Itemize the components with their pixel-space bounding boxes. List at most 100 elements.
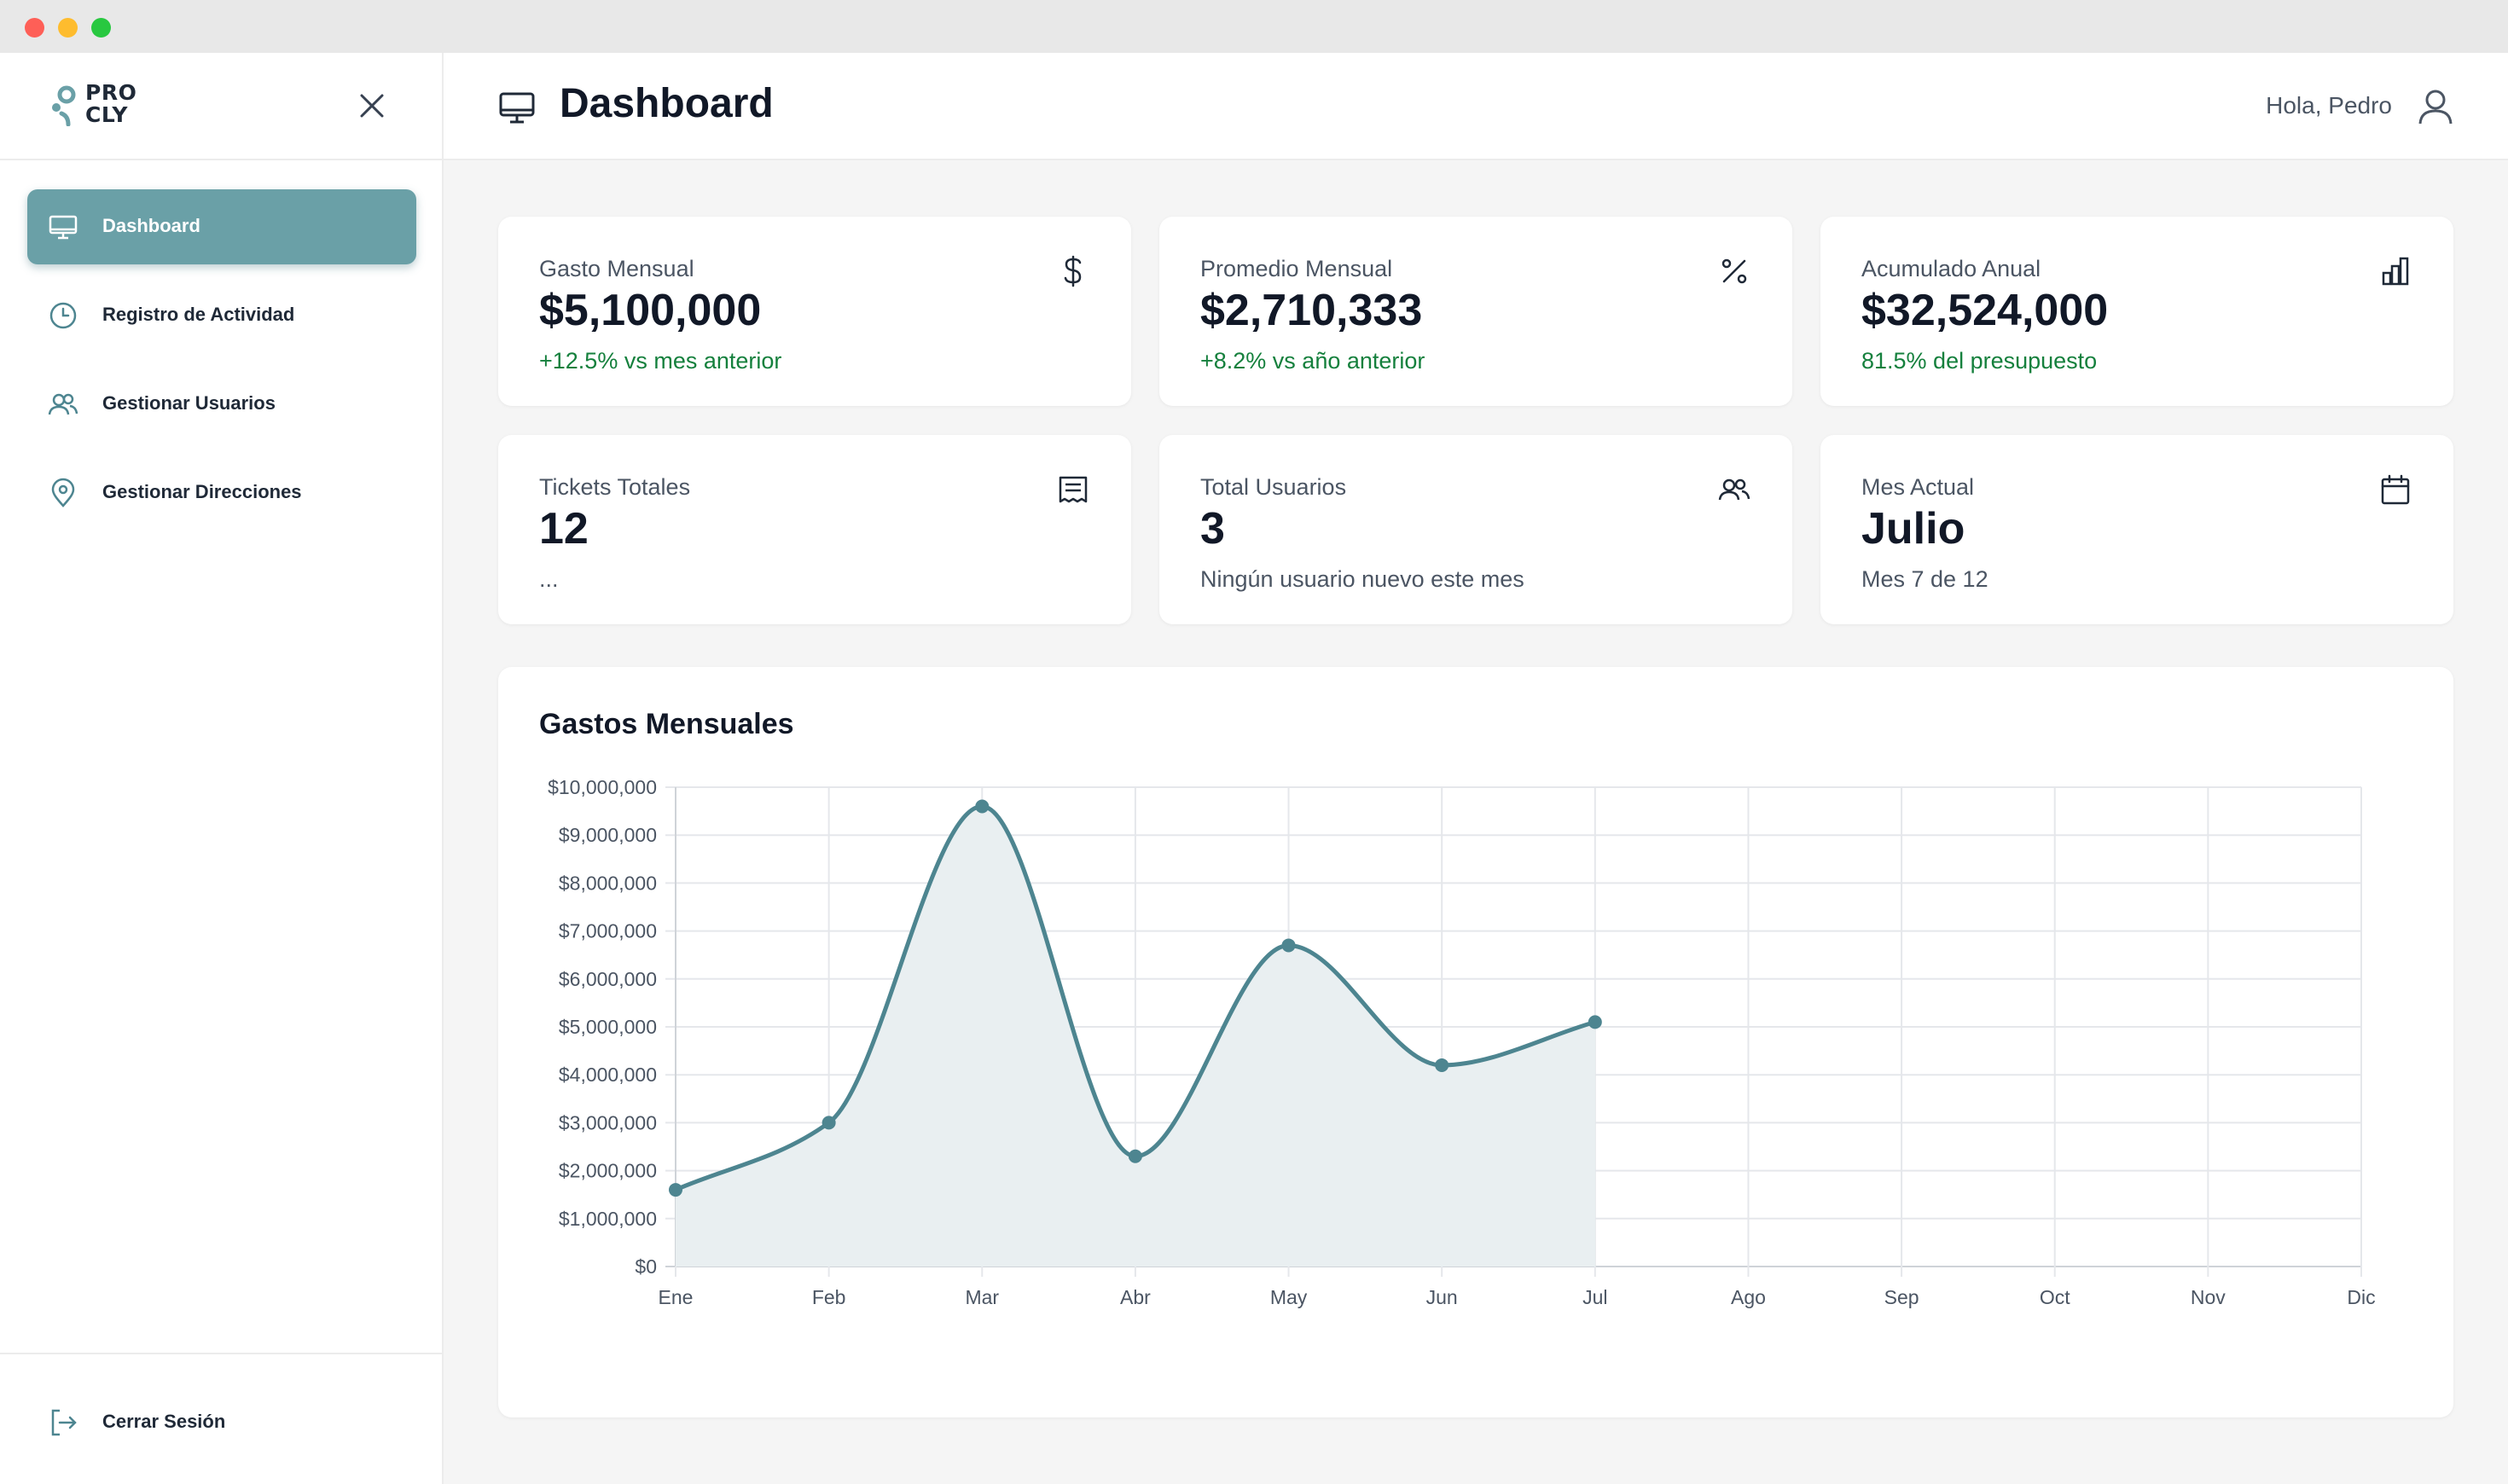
sidebar-item-label: Gestionar Usuarios [102,392,276,414]
sidebar-nav: Dashboard Registro de Actividad Gestiona… [27,189,416,544]
monitor-icon [49,215,78,240]
data-point[interactable] [1281,938,1296,953]
y-tick-label: $3,000,000 [559,1111,657,1133]
logout-icon [51,1409,77,1436]
sidebar-item-label: Dashboard [102,215,200,236]
close-sidebar-button[interactable] [353,87,391,125]
page-title: Dashboard [560,81,774,126]
stat-subtext: Mes 7 de 12 [1861,566,1988,592]
maximize-window-button[interactable] [91,18,111,38]
stat-change: +8.2% vs año anterior [1200,348,1425,374]
x-tick-label: May [1270,1286,1308,1308]
y-tick-label: $2,000,000 [559,1160,657,1182]
app-window: PRO CLY Dashboard Registro de Actividad … [0,0,2508,1484]
sidebar-footer: Cerrar Sesión [0,1353,442,1484]
app-logo[interactable]: PRO CLY [49,80,160,133]
sidebar-item-gestionar-usuarios[interactable]: Gestionar Usuarios [27,367,416,442]
y-tick-label: $5,000,000 [559,1016,657,1038]
sidebar-item-dashboard[interactable]: Dashboard [27,189,416,264]
logo-mark-icon [52,85,76,126]
map-pin-icon [51,478,75,507]
y-tick-label: $9,000,000 [559,824,657,846]
logo-text: PRO CLY [85,82,136,126]
y-tick-label: $6,000,000 [559,968,657,990]
stat-label: Promedio Mensual [1200,256,1393,281]
data-point[interactable] [669,1183,682,1197]
x-tick-label: Jun [1426,1286,1458,1308]
user-greeting: Hola, Pedro [2266,92,2392,119]
minimize-window-button[interactable] [58,18,78,38]
x-tick-label: Nov [2191,1286,2226,1308]
x-tick-label: Ene [659,1286,694,1308]
stat-subtext: Ningún usuario nuevo este mes [1200,566,1524,592]
y-axis-ticks: $0 $1,000,000 $2,000,000 $3,000,000 $4,000,0… [548,776,657,1278]
sidebar-item-label: Registro de Actividad [102,304,295,325]
stat-card-acumulado-anual: Acumulado Anual $32,524,000 81.5% del pr… [1820,217,2453,406]
stat-label: Mes Actual [1861,474,1975,500]
users-icon [48,393,78,415]
stat-value: Julio [1861,504,1965,554]
logo-line-1: PRO [85,80,137,105]
x-tick-label: Sep [1884,1286,1919,1308]
sidebar-item-registro-actividad[interactable]: Registro de Actividad [27,278,416,353]
stat-label: Gasto Mensual [539,256,694,281]
y-tick-label: $7,000,000 [559,920,657,942]
x-tick-label: Dic [2347,1286,2375,1308]
top-header: Dashboard Hola, Pedro [444,53,2508,160]
stat-value: $32,524,000 [1861,286,2109,335]
calendar-icon [2381,474,2410,505]
chart-card: $0 $1,000,000 $2,000,000 $3,000,000 $4,000,0… [498,667,2453,1417]
users-icon [1718,478,1750,501]
stat-value: $5,100,000 [539,286,762,335]
y-tick-label: $0 [635,1255,657,1278]
y-tick-label: $1,000,000 [559,1208,657,1230]
dollar-icon [1064,255,1082,287]
y-tick-label: $10,000,000 [548,776,657,798]
logout-label: Cerrar Sesión [102,1411,226,1432]
data-point[interactable] [1128,1149,1142,1163]
y-tick-label: $8,000,000 [559,872,657,894]
sidebar-item-label: Gestionar Direcciones [102,481,302,502]
sidebar: PRO CLY Dashboard Registro de Actividad … [0,53,444,1484]
x-tick-label: Jul [1582,1286,1607,1308]
data-point[interactable] [1588,1015,1602,1029]
data-point[interactable] [1435,1058,1449,1072]
stat-value: 12 [539,504,589,554]
title-bar [0,0,2508,53]
x-tick-label: Ago [1731,1286,1766,1308]
stat-label: Acumulado Anual [1861,256,2041,281]
stat-value: $2,710,333 [1200,286,1423,335]
stat-change: 81.5% del presupuesto [1861,348,2098,374]
percent-icon [1721,258,1747,284]
x-tick-label: Oct [2040,1286,2070,1308]
user-icon[interactable] [2416,87,2455,126]
monitor-icon [499,92,535,124]
close-window-button[interactable] [25,18,44,38]
ticket-icon [1059,476,1088,503]
x-tick-label: Abr [1120,1286,1151,1308]
x-tick-label: Feb [812,1286,846,1308]
close-icon [360,94,384,118]
stat-card-tickets-totales: Tickets Totales 12 ... [498,435,1131,624]
y-tick-label: $4,000,000 [559,1064,657,1086]
gastos-mensuales-chart: $0 $1,000,000 $2,000,000 $3,000,000 $4,000,0… [548,776,2376,1308]
stat-label: Tickets Totales [539,474,691,500]
stat-card-promedio-mensual: Promedio Mensual $2,710,333 +8.2% vs año… [1159,217,1792,406]
stat-label: Total Usuarios [1200,474,1347,500]
stat-card-mes-actual: Mes Actual Julio Mes 7 de 12 [1820,435,2453,624]
data-point[interactable] [821,1116,836,1130]
x-tick-label: Mar [965,1286,999,1308]
logout-button[interactable]: Cerrar Sesión [27,1395,416,1450]
logo-line-2: CLY [85,102,128,127]
stat-value: 3 [1200,504,1225,554]
stat-card-total-usuarios: Total Usuarios 3 Ningún usuario nuevo es… [1159,435,1792,624]
x-axis-ticks: Ene Feb Mar Abr May Jun Jul Ago Sep Oct Nov Dic [659,1286,2376,1308]
stat-card-gasto-mensual: Gasto Mensual $5,100,000 +12.5% vs mes a… [498,217,1131,406]
clock-icon [49,302,77,329]
sidebar-item-gestionar-direcciones[interactable]: Gestionar Direcciones [27,455,416,530]
sidebar-header: PRO CLY [0,53,442,160]
bar-chart-icon [2382,257,2409,286]
stat-subtext: ... [539,566,559,592]
chart-title: Gastos Mensuales [539,708,794,740]
data-point[interactable] [975,799,990,814]
